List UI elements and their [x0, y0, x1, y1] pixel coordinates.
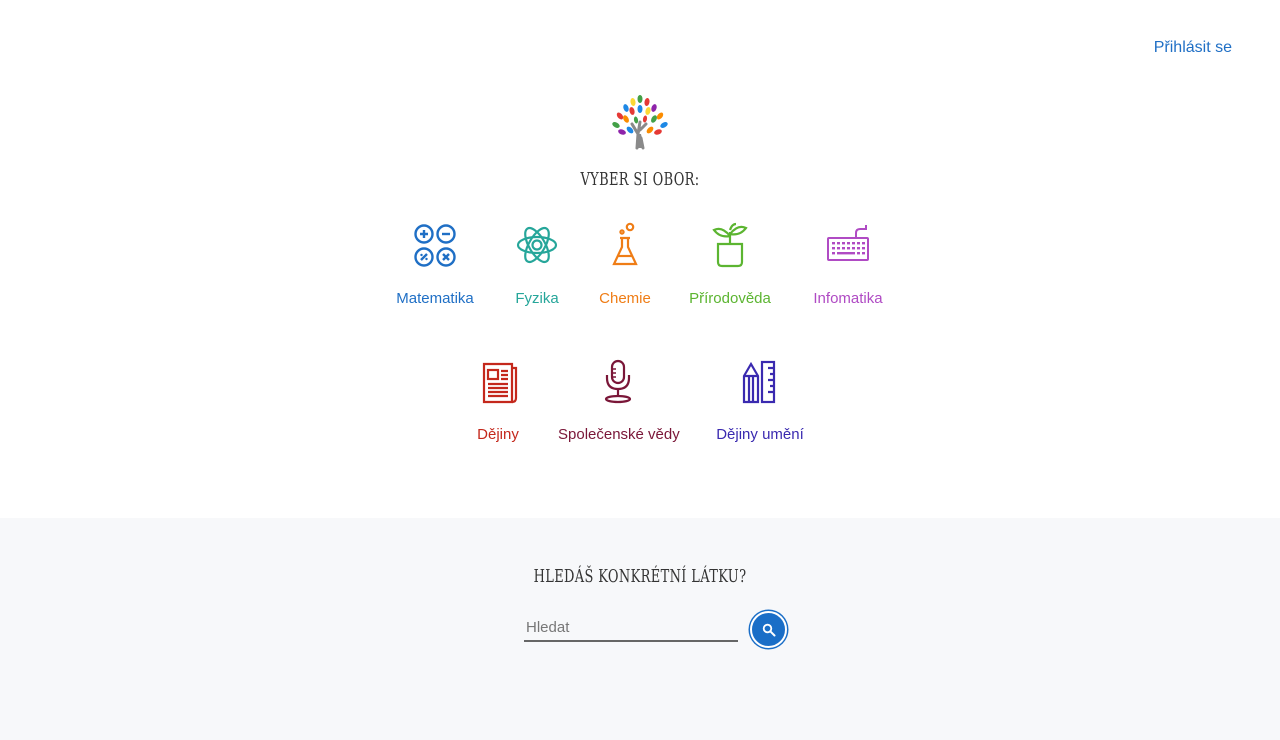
tree-logo-icon — [612, 95, 668, 150]
newspaper-icon — [482, 362, 518, 404]
subject-dejiny[interactable]: Dějiny — [472, 358, 524, 443]
page: Přihlásit se VYBER SI OBOR: Matematika F… — [0, 0, 1280, 740]
subject-label: Přírodověda — [689, 290, 771, 307]
search-icon — [762, 623, 775, 636]
subject-matematika[interactable]: Matematika — [394, 222, 476, 307]
search-input[interactable] — [524, 614, 738, 642]
math-operators-icon — [414, 224, 456, 267]
microphone-icon — [604, 359, 632, 404]
atom-icon — [516, 226, 558, 264]
subject-spolecenske-vedy[interactable]: Společenské vědy — [558, 358, 680, 443]
subject-label: Dějiny — [477, 426, 519, 443]
subject-chemie[interactable]: Chemie — [594, 222, 656, 307]
pencil-ruler-icon — [742, 360, 776, 404]
subject-label: Dějiny umění — [716, 426, 804, 443]
search-button[interactable] — [750, 611, 787, 648]
subject-infomatika[interactable]: Infomatika — [806, 222, 890, 307]
subject-fyzika[interactable]: Fyzika — [506, 222, 568, 307]
plant-pot-icon — [712, 222, 748, 268]
subject-dejiny-umeni[interactable]: Dějiny umění — [712, 358, 808, 443]
subject-prirodoveda[interactable]: Přírodověda — [688, 222, 772, 307]
subject-label: Chemie — [599, 290, 651, 307]
search-heading: HLEDÁŠ KONKRÉTNÍ LÁTKU? — [533, 566, 747, 587]
subject-label: Infomatika — [813, 290, 883, 307]
keyboard-icon — [827, 225, 869, 261]
subject-label: Fyzika — [515, 290, 559, 307]
flask-icon — [612, 222, 638, 266]
subject-label: Matematika — [396, 290, 474, 307]
choose-subject-heading: VYBER SI OBOR: — [580, 169, 700, 190]
login-link[interactable]: Přihlásit se — [1154, 39, 1232, 57]
subject-label: Společenské vědy — [558, 426, 680, 443]
